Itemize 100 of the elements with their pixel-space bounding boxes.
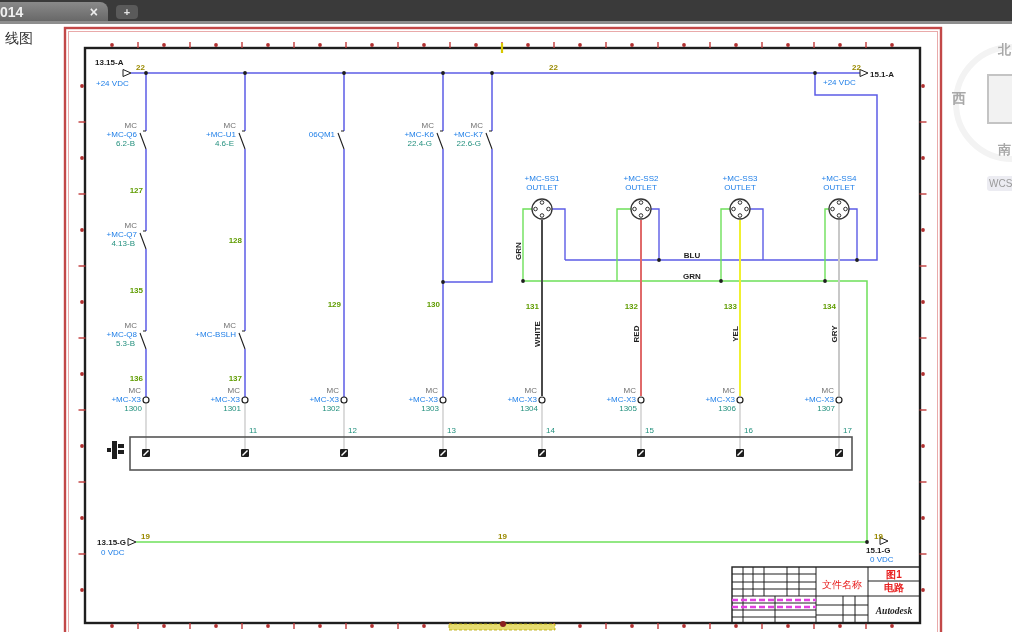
wire (442, 402, 444, 450)
junction-dot-icon (144, 71, 148, 75)
terminal-block-icon (637, 449, 645, 457)
wire-color-label: GRN (683, 271, 701, 281)
wire-number: 22 (136, 62, 145, 72)
terminal-tag: +MC-X3 (111, 395, 141, 404)
terminal-number: 1300 (124, 404, 142, 413)
switch-contact-icon (238, 330, 246, 350)
outlet-tag: +MC-SS2 (623, 174, 659, 183)
wire-number: 19 (874, 531, 883, 541)
manufacturer-label: MC (821, 386, 834, 395)
wire-color-label: GRN (513, 242, 523, 260)
device-tag: +MC-Q7 (106, 230, 137, 239)
terminal-tag: +MC-X3 (210, 395, 240, 404)
compass-north-label[interactable]: 北 (998, 42, 1011, 57)
terminal-strip-symbol-icon (107, 441, 124, 459)
cross-reference: 22.6-G (456, 139, 481, 148)
outlet-tag: +MC-SS1 (524, 174, 560, 183)
terminal-number: 1301 (223, 404, 241, 413)
outlet-tag: +MC-SS3 (722, 174, 758, 183)
terminal-number: 1303 (421, 404, 439, 413)
device-tag: +MC-Q6 (106, 130, 137, 139)
manufacturer-label: MC (722, 386, 735, 395)
junction-dot-icon (865, 540, 869, 544)
manufacturer-label: MC (124, 321, 137, 330)
junction-dot-icon (855, 258, 859, 262)
wire-color-label: RED (631, 325, 641, 343)
switch-contact-icon (238, 130, 246, 150)
junction-dot-icon (813, 71, 817, 75)
junction-dot-icon (521, 279, 525, 283)
wire-number: 137 (228, 374, 242, 383)
terminal-circle-icon (538, 396, 546, 404)
manufacturer-label: MC (524, 386, 537, 395)
drawing-name: 线图 (5, 30, 33, 46)
wire-color-label: BLU (683, 250, 701, 260)
outlet-connector-icon (630, 198, 652, 220)
manufacturer-label: MC (124, 221, 137, 230)
cross-reference: 6.2-B (115, 139, 135, 148)
voltage-label: 0 VDC (870, 555, 894, 564)
file-name-label: 文件名称 (822, 579, 862, 590)
outlet-type-label: OUTLET (526, 183, 558, 192)
voltage-label: 0 VDC (101, 548, 125, 557)
terminal-strip-number: 13 (447, 426, 456, 435)
cross-reference: 4.13-B (111, 239, 135, 248)
off-sheet-reference: 13.15-G (97, 538, 126, 547)
device-tag: +MC-U1 (206, 130, 236, 139)
junction-dot-icon (441, 71, 445, 75)
switch-contact-icon (139, 330, 147, 350)
terminal-number: 1307 (817, 404, 835, 413)
wire-color-label: WHITE (532, 321, 542, 347)
terminal-block-icon (340, 449, 348, 457)
document-tab[interactable]: 014 × (0, 2, 108, 21)
device-tag: +MC-K7 (453, 130, 483, 139)
switch-contact-icon (337, 130, 345, 150)
outlet-type-label: OUTLET (625, 183, 657, 192)
outlet-type-label: OUTLET (724, 183, 756, 192)
device-tag: +MC-BSLH (195, 330, 236, 339)
wire-number: 136 (129, 374, 143, 383)
close-tab-button[interactable]: × (87, 4, 100, 19)
junction-dot-icon (719, 279, 723, 283)
wire-number: 19 (141, 531, 150, 541)
terminal-block-icon (835, 449, 843, 457)
outlet-connector-icon (729, 198, 751, 220)
terminal-circle-icon (835, 396, 843, 404)
wire-color-label: GRY (829, 325, 839, 343)
manufacturer-label: MC (326, 386, 339, 395)
terminal-strip-number: 17 (843, 426, 852, 435)
terminal-number: 1304 (520, 404, 538, 413)
terminal-tag: +MC-X3 (309, 395, 339, 404)
terminal-circle-icon (736, 396, 744, 404)
compass-south-label[interactable]: 南 (998, 142, 1011, 157)
new-tab-button[interactable]: + (116, 5, 138, 19)
off-sheet-reference: 15.1-G (866, 546, 891, 555)
terminal-circle-icon (142, 396, 150, 404)
wire-number: 133 (723, 302, 737, 311)
off-sheet-arrow-icon (122, 69, 132, 77)
terminal-tag: +MC-X3 (705, 395, 735, 404)
compass-west-label[interactable]: 西 (952, 90, 966, 106)
manufacturer-label: MC (124, 121, 137, 130)
coordinate-system-button[interactable]: WCS (987, 176, 1012, 191)
switch-contact-icon (436, 130, 444, 150)
wire-number: 127 (129, 186, 143, 195)
drawing-title: 图1 (886, 569, 902, 580)
terminal-circle-icon (637, 396, 645, 404)
outlet-type-label: OUTLET (823, 183, 855, 192)
terminal-block-icon (142, 449, 150, 457)
terminal-tag: +MC-X3 (507, 395, 537, 404)
terminal-strip-number: 11 (249, 426, 258, 435)
wire-number: 129 (327, 300, 341, 309)
terminal-number: 1302 (322, 404, 340, 413)
wire (343, 402, 345, 450)
wire-number: 131 (525, 302, 539, 311)
terminal-block-icon (439, 449, 447, 457)
terminal-circle-icon (241, 396, 249, 404)
cross-reference: 4.6-E (214, 139, 234, 148)
outlet-tag: +MC-SS4 (821, 174, 857, 183)
terminal-tag: +MC-X3 (804, 395, 834, 404)
junction-dot-icon (490, 71, 494, 75)
off-sheet-arrow-icon (127, 538, 137, 546)
wire-color-label: YEL (730, 326, 740, 342)
